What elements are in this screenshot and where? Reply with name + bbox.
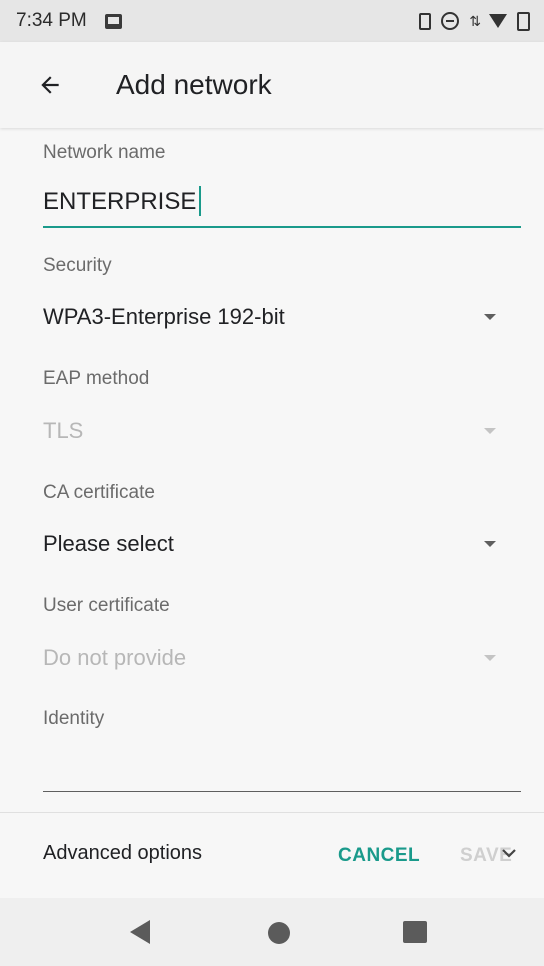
security-dropdown[interactable]: WPA3-Enterprise 192-bit [43, 294, 521, 342]
chevron-down-icon [484, 314, 496, 320]
identity-input[interactable] [43, 746, 521, 786]
user-certificate-label: User certificate [43, 595, 170, 616]
do-not-disturb-icon [441, 12, 460, 30]
eap-method-value: TLS [43, 418, 84, 443]
user-certificate-dropdown: Do not provide [43, 635, 521, 683]
network-name-underline [43, 226, 521, 228]
eap-method-label: EAP method [43, 368, 150, 389]
text-cursor [199, 186, 201, 216]
ca-certificate-dropdown[interactable]: Please select [43, 521, 521, 569]
network-name-label: Network name [43, 142, 166, 163]
security-value: WPA3-Enterprise 192-bit [43, 304, 285, 329]
ca-certificate-value: Please select [43, 531, 174, 556]
user-certificate-value: Do not provide [43, 645, 187, 670]
navigation-bar [0, 898, 544, 966]
wifi-icon [489, 14, 507, 28]
status-bar: 7:34 PM ⇅ [0, 0, 544, 42]
network-name-value: ENTERPRISE [43, 188, 197, 215]
back-triangle-icon[interactable] [130, 920, 150, 944]
data-arrows-icon: ⇅ [469, 12, 481, 29]
chevron-down-icon [484, 541, 496, 547]
divider [0, 812, 544, 813]
identity-underline [43, 791, 521, 792]
identity-label: Identity [43, 708, 105, 729]
security-label: Security [43, 255, 112, 276]
page-title: Add network [116, 69, 272, 100]
status-time: 7:34 PM [16, 10, 87, 31]
image-icon [104, 13, 122, 29]
chevron-down-icon [484, 428, 496, 434]
arrow-left-icon [41, 76, 59, 94]
ca-certificate-label: CA certificate [43, 482, 155, 503]
home-circle-icon[interactable] [268, 922, 290, 944]
network-name-field[interactable]: ENTERPRISE [43, 184, 521, 224]
expand-more-icon[interactable] [501, 845, 517, 861]
cancel-button[interactable]: CANCEL [338, 845, 420, 867]
app-bar: Add network [0, 42, 544, 128]
screen: 7:34 PM ⇅ Add network Network name ENTER… [0, 0, 544, 966]
back-button[interactable] [20, 55, 80, 115]
battery-icon [517, 11, 530, 31]
vibrate-icon [419, 12, 432, 30]
advanced-options-toggle[interactable]: Advanced options [43, 842, 202, 865]
eap-method-dropdown: TLS [43, 408, 521, 456]
recents-square-icon[interactable] [403, 921, 427, 943]
chevron-down-icon [484, 655, 496, 661]
